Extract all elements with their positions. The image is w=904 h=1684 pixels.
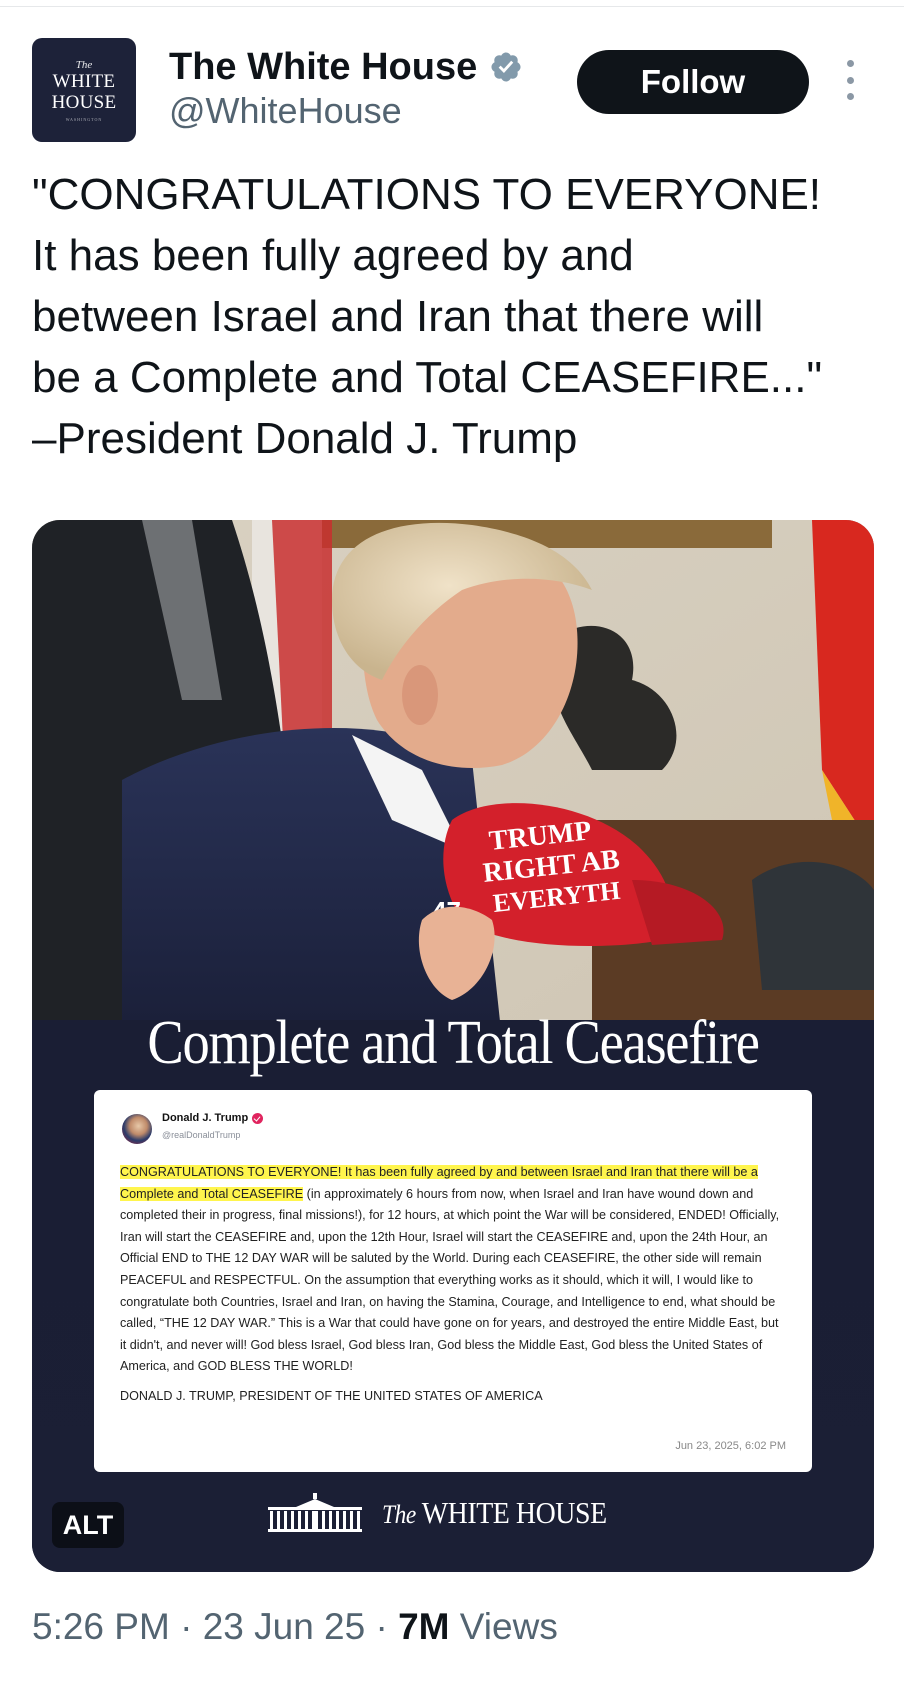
meta-separator-2: · [375, 1606, 388, 1647]
embedded-avatar [122, 1114, 152, 1144]
avatar-line1: WHITE [52, 70, 116, 92]
white-house-building-icon [268, 1493, 362, 1532]
footer-logo-name: WHITE HOUSE [421, 1495, 607, 1530]
follow-button[interactable]: Follow [577, 50, 809, 114]
footer-logo-text: The WHITE HOUSE [382, 1495, 607, 1531]
post-date[interactable]: 23 Jun 25 [203, 1606, 366, 1647]
author-names: The White House @WhiteHouse [169, 42, 523, 132]
footer-logo-the: The [382, 1500, 416, 1529]
meta-separator-1: · [180, 1606, 193, 1647]
views-count[interactable]: 7M [398, 1606, 449, 1647]
embedded-name: Donald J. Trump [162, 1112, 249, 1124]
white-house-logo: The WHITE HOUSE [266, 1490, 632, 1536]
embedded-date: Jun 23, 2025, 6:02 PM [675, 1440, 786, 1452]
photo-illustration: TRUMP RIGHT AB EVERYTH 47 [32, 520, 874, 1040]
embedded-post-card: Donald J. Trump @realDonaldTrump CONGRAT… [94, 1090, 812, 1472]
top-divider [0, 6, 904, 7]
tweet-media[interactable]: TRUMP RIGHT AB EVERYTH 47 Complete and T… [32, 520, 874, 1572]
avatar-the: The [75, 58, 93, 71]
embedded-verified-icon [252, 1112, 264, 1124]
embedded-body: CONGRATULATIONS TO EVERYONE! It has been… [120, 1162, 786, 1378]
views-label[interactable]: Views [460, 1606, 558, 1647]
tweet-header: The WHITE HOUSE WASHINGTON The White Hou… [32, 38, 882, 144]
alt-badge[interactable]: ALT [52, 1502, 124, 1548]
tweet-text: "CONGRATULATIONS TO EVERYONE! It has bee… [32, 170, 823, 463]
display-name[interactable]: The White House [169, 46, 477, 89]
embedded-body-text: (in approximately 6 hours from now, when… [120, 1186, 780, 1374]
post-time[interactable]: 5:26 PM [32, 1606, 170, 1647]
embedded-signature: DONALD J. TRUMP, PRESIDENT OF THE UNITED… [120, 1388, 543, 1403]
media-headline: Complete and Total Ceasefire [147, 1009, 760, 1077]
avatar[interactable]: The WHITE HOUSE WASHINGTON [32, 38, 136, 142]
embedded-handle: @realDonaldTrump [162, 1130, 241, 1140]
verified-badge-icon[interactable] [489, 50, 523, 84]
avatar-sub: WASHINGTON [65, 116, 103, 122]
tweet-meta: 5:26 PM · 23 Jun 25 · 7M Views [32, 1606, 558, 1648]
handle[interactable]: @WhiteHouse [169, 90, 523, 132]
more-vertical-icon[interactable] [840, 60, 860, 100]
avatar-line2: HOUSE [51, 91, 117, 113]
